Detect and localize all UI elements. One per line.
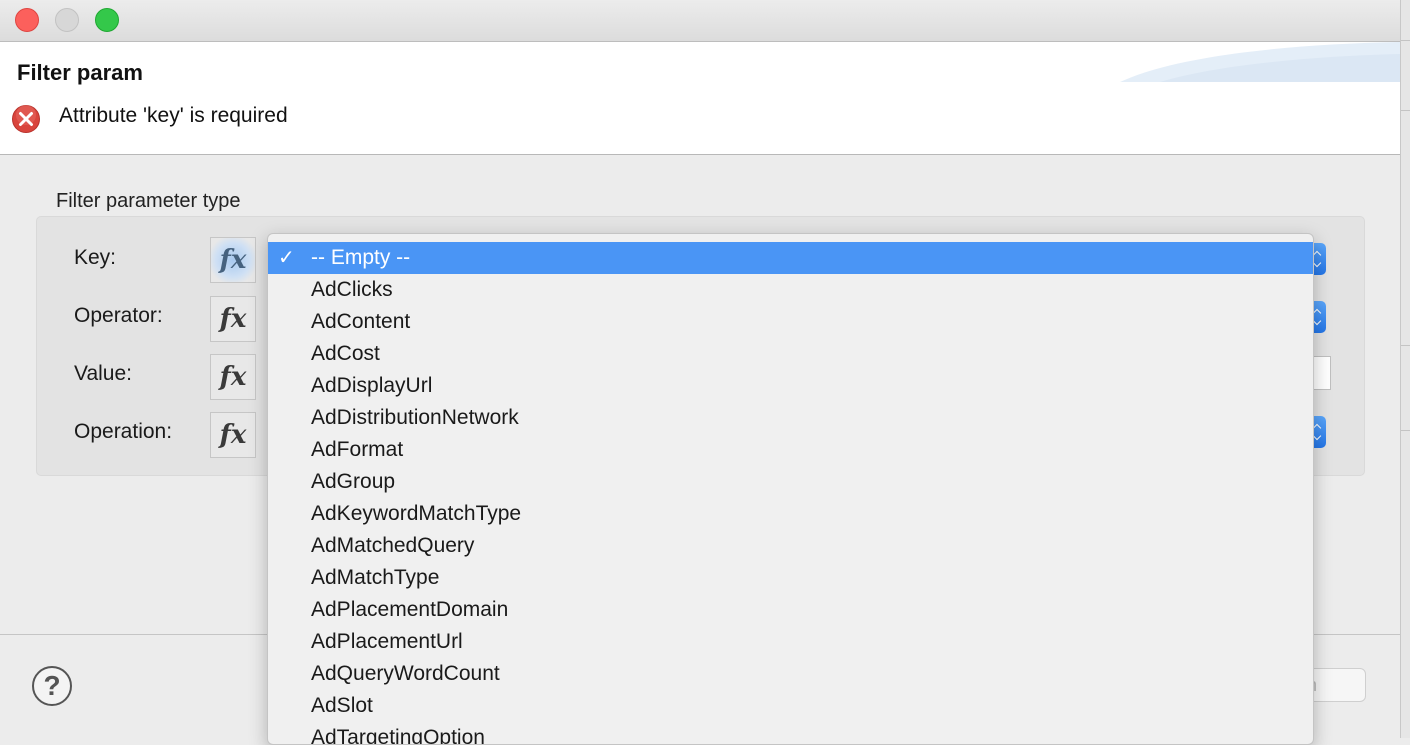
menu-item-label: AdPlacementDomain (311, 598, 509, 621)
menu-item-adplacementurl[interactable]: AdPlacementUrl (268, 626, 1313, 658)
menu-item-label: AdGroup (311, 470, 396, 493)
header-banner-decoration (1120, 42, 1400, 82)
menu-item-label: AdQueryWordCount (311, 662, 500, 685)
menu-item-adquerywordcount[interactable]: AdQueryWordCount (268, 658, 1313, 690)
menu-item-empty[interactable]: ✓ -- Empty -- (268, 242, 1313, 274)
operation-expression-button[interactable]: fx (210, 412, 256, 458)
operation-label: Operation: (74, 420, 173, 443)
value-label: Value: (74, 362, 132, 385)
menu-item-label: AdContent (311, 310, 411, 333)
menu-item-adcontent[interactable]: AdContent (268, 306, 1313, 338)
menu-item-label: AdKeywordMatchType (311, 502, 522, 525)
menu-item-admatchedquery[interactable]: AdMatchedQuery (268, 530, 1313, 562)
error-circle-x-icon (12, 105, 40, 133)
title-bar[interactable] (0, 0, 1400, 42)
menu-item-adcost[interactable]: AdCost (268, 338, 1313, 370)
background-window-edge (1401, 0, 1410, 738)
menu-item-label: AdMatchType (311, 566, 440, 589)
dialog-header: Filter param Attribute 'key' is required (0, 42, 1400, 155)
error-message: Attribute 'key' is required (59, 104, 288, 127)
dialog-title: Filter param (17, 60, 143, 85)
operator-label: Operator: (74, 304, 163, 327)
menu-item-adclicks[interactable]: AdClicks (268, 274, 1313, 306)
menu-item-addisplayurl[interactable]: AdDisplayUrl (268, 370, 1313, 402)
menu-item-label: AdDistributionNetwork (311, 406, 519, 429)
menu-item-label: AdPlacementUrl (311, 630, 463, 653)
menu-item-adkeywordmatchtype[interactable]: AdKeywordMatchType (268, 498, 1313, 530)
menu-item-label: AdSlot (311, 694, 373, 717)
menu-item-adslot[interactable]: AdSlot (268, 690, 1313, 722)
checkmark-icon: ✓ (278, 247, 295, 269)
menu-item-label: AdFormat (311, 438, 404, 461)
operator-expression-button[interactable]: fx (210, 296, 256, 342)
menu-item-adgroup[interactable]: AdGroup (268, 466, 1313, 498)
help-question-icon[interactable]: ? (32, 666, 72, 706)
menu-item-label: AdDisplayUrl (311, 374, 433, 397)
maximize-window-button[interactable] (95, 8, 119, 32)
menu-item-label: AdMatchedQuery (311, 534, 475, 557)
key-dropdown-menu[interactable]: ✓ -- Empty -- AdClicks AdContent AdCost … (267, 233, 1314, 745)
menu-item-adtargetingoption[interactable]: AdTargetingOption (268, 722, 1313, 745)
menu-item-addistributionnetwork[interactable]: AdDistributionNetwork (268, 402, 1313, 434)
menu-item-label: -- Empty -- (311, 246, 411, 269)
menu-item-adplacementdomain[interactable]: AdPlacementDomain (268, 594, 1313, 626)
menu-item-label: AdCost (311, 342, 380, 365)
group-label: Filter parameter type (56, 190, 241, 212)
menu-item-label: AdClicks (311, 278, 393, 301)
minimize-window-button[interactable] (55, 8, 79, 32)
menu-item-adformat[interactable]: AdFormat (268, 434, 1313, 466)
menu-item-admatchtype[interactable]: AdMatchType (268, 562, 1313, 594)
key-label: Key: (74, 246, 117, 269)
value-expression-button[interactable]: fx (210, 354, 256, 400)
close-window-button[interactable] (15, 8, 39, 32)
menu-item-label: AdTargetingOption (311, 726, 485, 745)
key-expression-button[interactable]: fx (210, 237, 256, 283)
